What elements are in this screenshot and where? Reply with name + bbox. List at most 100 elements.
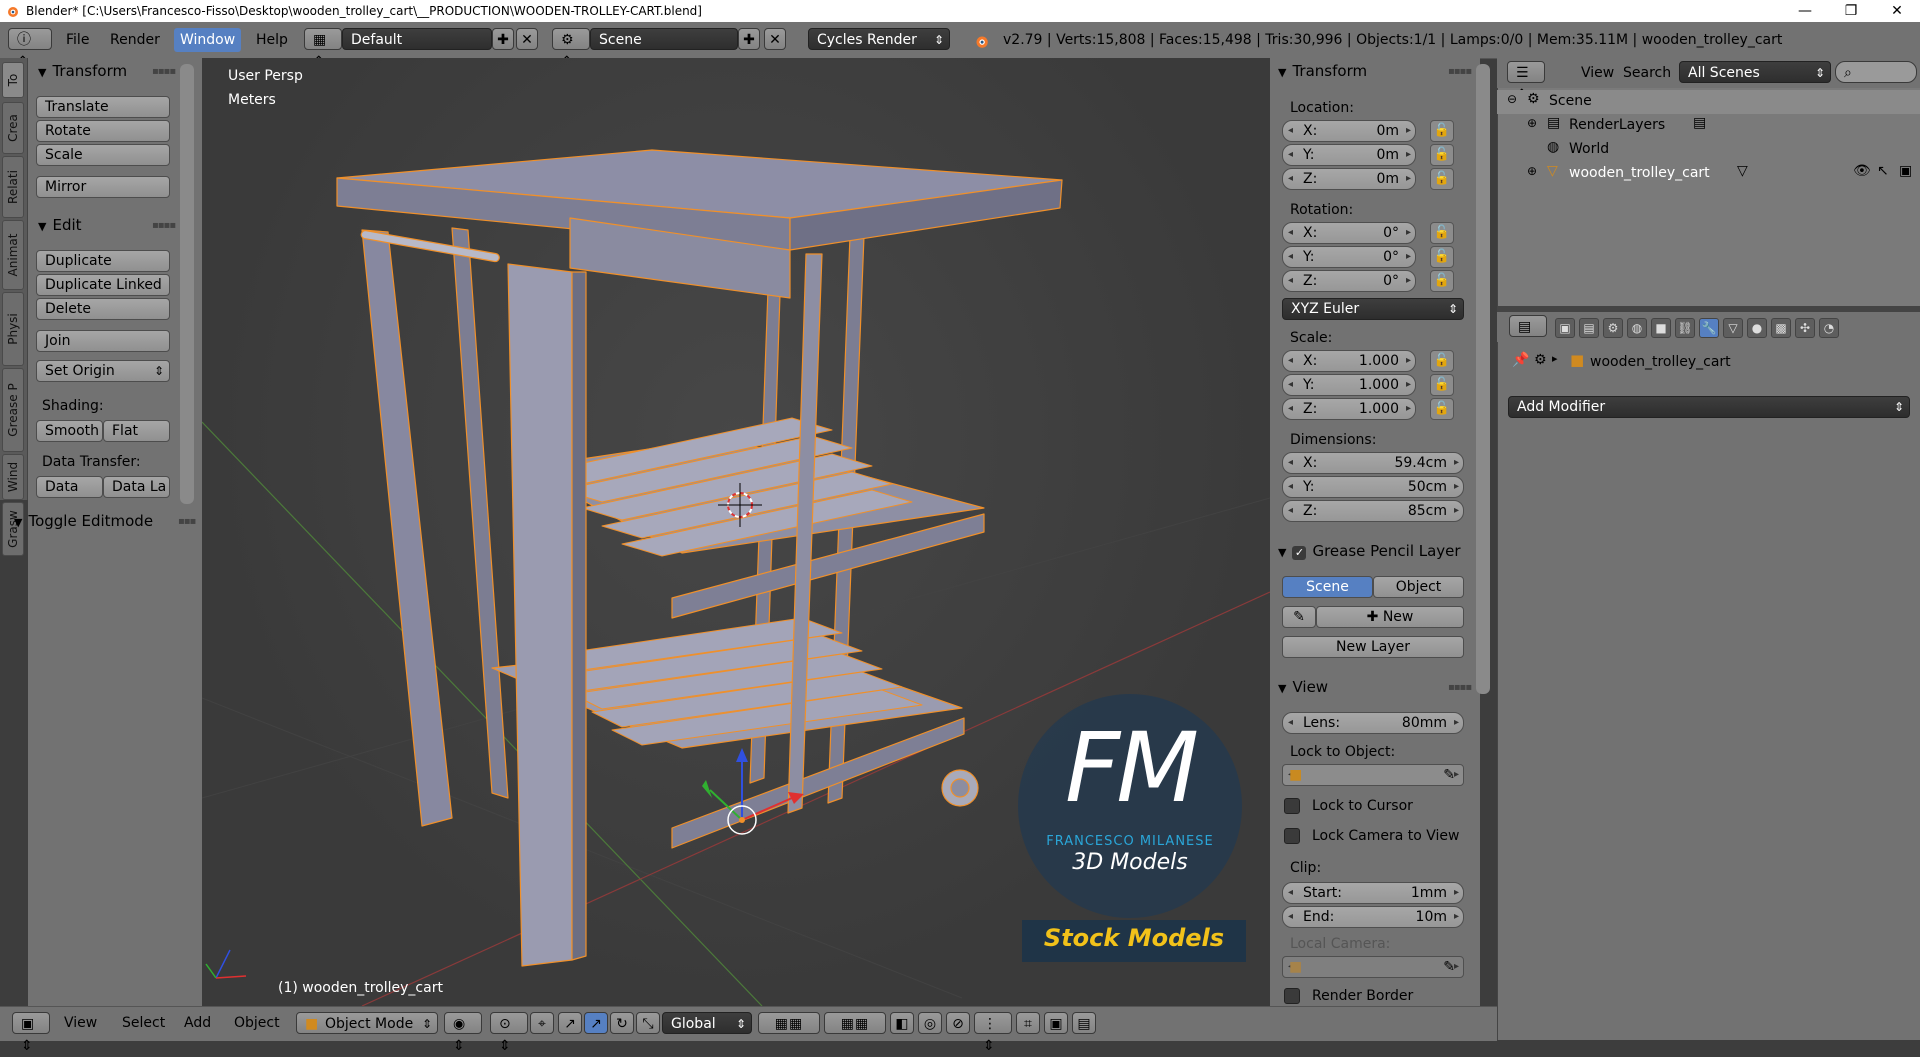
scene-tab-icon[interactable]: ⚙ (1603, 318, 1623, 338)
rotate-button[interactable]: Rotate (36, 120, 170, 142)
toolshelf-scrollbar[interactable] (180, 64, 194, 504)
add-scene-button[interactable]: ✚ (738, 28, 760, 50)
proportional-edit-icon[interactable]: ◎ (918, 1012, 942, 1034)
scale-z-field[interactable]: Z:1.000 (1282, 398, 1416, 420)
menu-object[interactable]: Object (228, 1011, 286, 1035)
drag-grip-icon[interactable]: ▪▪▪▪ (152, 220, 176, 231)
rotate-mode-button[interactable]: ↻ (610, 1012, 634, 1034)
transform-panel-header[interactable]: ▼ Transform (38, 62, 127, 80)
tab-grease-pencil[interactable]: Grease P (2, 368, 24, 452)
dimensions-x-field[interactable]: X:59.4cm (1282, 452, 1464, 474)
collapse-icon[interactable]: ⊖ (1507, 92, 1517, 106)
scene-icon-button[interactable]: ⚙ ⇕ (552, 28, 590, 70)
mesh-data-tab-icon[interactable]: ▽ (1723, 318, 1743, 338)
lock-icon[interactable]: 🔓 (1430, 168, 1454, 190)
mode-dropdown[interactable]: ■ Object Mode (296, 1012, 438, 1035)
outliner-row-world[interactable]: ◍ World (1497, 138, 1920, 162)
drag-grip-icon[interactable]: ▪▪▪▪ (1448, 66, 1472, 77)
duplicate-linked-button[interactable]: Duplicate Linked (36, 274, 170, 296)
lock-icon[interactable]: 🔓 (1430, 222, 1454, 244)
expand-icon[interactable]: ⊕ (1527, 164, 1537, 178)
maximize-button[interactable]: ❐ (1828, 3, 1874, 19)
location-y-field[interactable]: Y:0m (1282, 144, 1416, 166)
set-origin-dropdown[interactable]: Set Origin (36, 360, 170, 382)
outliner-search-menu[interactable]: Search (1617, 61, 1677, 85)
outliner-row-object[interactable]: ⊕ ▽ wooden_trolley_cart ▽ 👁 ↖ ▣ (1497, 162, 1920, 186)
render-layers-tab-icon[interactable]: ▤ (1579, 318, 1599, 338)
flat-shading-button[interactable]: Flat (103, 420, 170, 442)
snap-toggle-icon[interactable]: ⊘ (946, 1012, 970, 1034)
minimize-button[interactable]: — (1782, 3, 1828, 19)
tab-physics[interactable]: Physi (2, 292, 24, 366)
expand-icon[interactable]: ⊕ (1527, 116, 1537, 130)
menu-help[interactable]: Help (250, 28, 294, 52)
add-modifier-dropdown[interactable]: Add Modifier (1508, 396, 1910, 418)
smooth-shading-button[interactable]: Smooth (36, 420, 103, 442)
menu-window[interactable]: Window (174, 28, 242, 52)
lock-icon[interactable]: 🔓 (1430, 270, 1454, 292)
physics-tab-icon[interactable]: ◔ (1819, 318, 1839, 338)
menu-select[interactable]: Select (116, 1011, 171, 1035)
render-border-checkbox[interactable] (1284, 988, 1300, 1004)
outliner-search-input[interactable]: ⌕ (1835, 61, 1917, 83)
menu-render[interactable]: Render (104, 28, 166, 52)
location-x-field[interactable]: X:0m (1282, 120, 1416, 142)
grease-pencil-layer-header[interactable]: ▼ ✓ Grease Pencil Layer (1278, 542, 1461, 560)
pencil-icon[interactable]: ✎ (1282, 606, 1316, 628)
grease-scene-button[interactable]: Scene (1282, 576, 1373, 598)
n-view-header[interactable]: ▼ View (1278, 678, 1328, 696)
scale-mode-button[interactable]: ⤡ (636, 1012, 660, 1034)
layout-dropdown[interactable]: Default (342, 28, 492, 50)
mirror-button[interactable]: Mirror (36, 176, 170, 198)
constraints-tab-icon[interactable]: ⛓ (1675, 318, 1695, 338)
tab-relations[interactable]: Relati (2, 156, 24, 218)
drag-grip-icon[interactable]: ▪▪▪▪ (152, 66, 176, 77)
drag-grip-icon[interactable]: ▪▪▪▪ (1448, 682, 1472, 693)
lock-layers-icon[interactable]: ◧ (890, 1012, 914, 1034)
new-layer-button[interactable]: New Layer (1282, 636, 1464, 658)
lock-icon[interactable]: 🔓 (1430, 374, 1454, 396)
modifiers-wrench-icon[interactable]: 🔧 (1699, 318, 1719, 338)
render-engine-dropdown[interactable]: Cycles Render (808, 28, 950, 51)
data-layout-button[interactable]: Data La (103, 476, 170, 498)
lock-icon[interactable]: 🔓 (1430, 350, 1454, 372)
snap-element-button[interactable]: ⋮ ⇕ (974, 1012, 1012, 1054)
outliner-row-scene[interactable]: ⊖ ⚙ Scene (1497, 90, 1920, 114)
duplicate-button[interactable]: Duplicate (36, 250, 170, 272)
menu-add[interactable]: Add (178, 1011, 217, 1035)
3d-viewport[interactable]: User Persp Meters (1) wooden_trolley_car… (202, 58, 1270, 1006)
menu-file[interactable]: File (60, 28, 95, 52)
shading-mode-button[interactable]: ◉ ⇕ (444, 1012, 482, 1054)
opengl-animation-icon[interactable]: ▤ (1072, 1012, 1096, 1034)
translate-button[interactable]: Translate (36, 96, 170, 118)
lock-icon[interactable]: 🔓 (1430, 398, 1454, 420)
delete-button[interactable]: Delete (36, 298, 170, 320)
join-button[interactable]: Join (36, 330, 170, 352)
rotation-z-field[interactable]: Z:0° (1282, 270, 1416, 292)
rotation-mode-dropdown[interactable]: XYZ Euler (1282, 298, 1464, 320)
add-layout-button[interactable]: ✚ (492, 28, 514, 50)
location-z-field[interactable]: Z:0m (1282, 168, 1416, 190)
lock-icon[interactable]: 🔓 (1430, 120, 1454, 142)
editor-type-info-button[interactable]: ⓘ ⇕ (8, 28, 52, 70)
lock-camera-checkbox[interactable] (1284, 828, 1300, 844)
particles-tab-icon[interactable]: ✣ (1795, 318, 1815, 338)
orientation-dropdown[interactable]: Global (662, 1012, 752, 1035)
clip-end-field[interactable]: End:10m (1282, 906, 1464, 928)
texture-tab-icon[interactable]: ▩ (1771, 318, 1791, 338)
object-tab-icon[interactable]: ■ (1651, 318, 1671, 338)
world-tab-icon[interactable]: ◍ (1627, 318, 1647, 338)
dimensions-z-field[interactable]: Z:85cm (1282, 500, 1464, 522)
close-window-button[interactable]: ✕ (1874, 3, 1920, 19)
rotation-y-field[interactable]: Y:0° (1282, 246, 1416, 268)
tab-animation[interactable]: Animat (2, 220, 24, 290)
tab-wind[interactable]: Wind (2, 454, 24, 500)
outliner-display-filter-dropdown[interactable]: All Scenes (1679, 61, 1831, 84)
screen-layout-icon-button[interactable]: ▦ ⇕ (304, 28, 342, 70)
trolley-cart-model[interactable] (336, 149, 1063, 967)
lens-field[interactable]: Lens:80mm (1282, 712, 1464, 734)
viewport-editor-type-button[interactable]: ▣ ⇕ (12, 1012, 50, 1054)
dimensions-y-field[interactable]: Y:50cm (1282, 476, 1464, 498)
remove-scene-button[interactable]: ✕ (764, 28, 786, 50)
pivot-point-button[interactable]: ⊙ ⇕ (490, 1012, 528, 1054)
